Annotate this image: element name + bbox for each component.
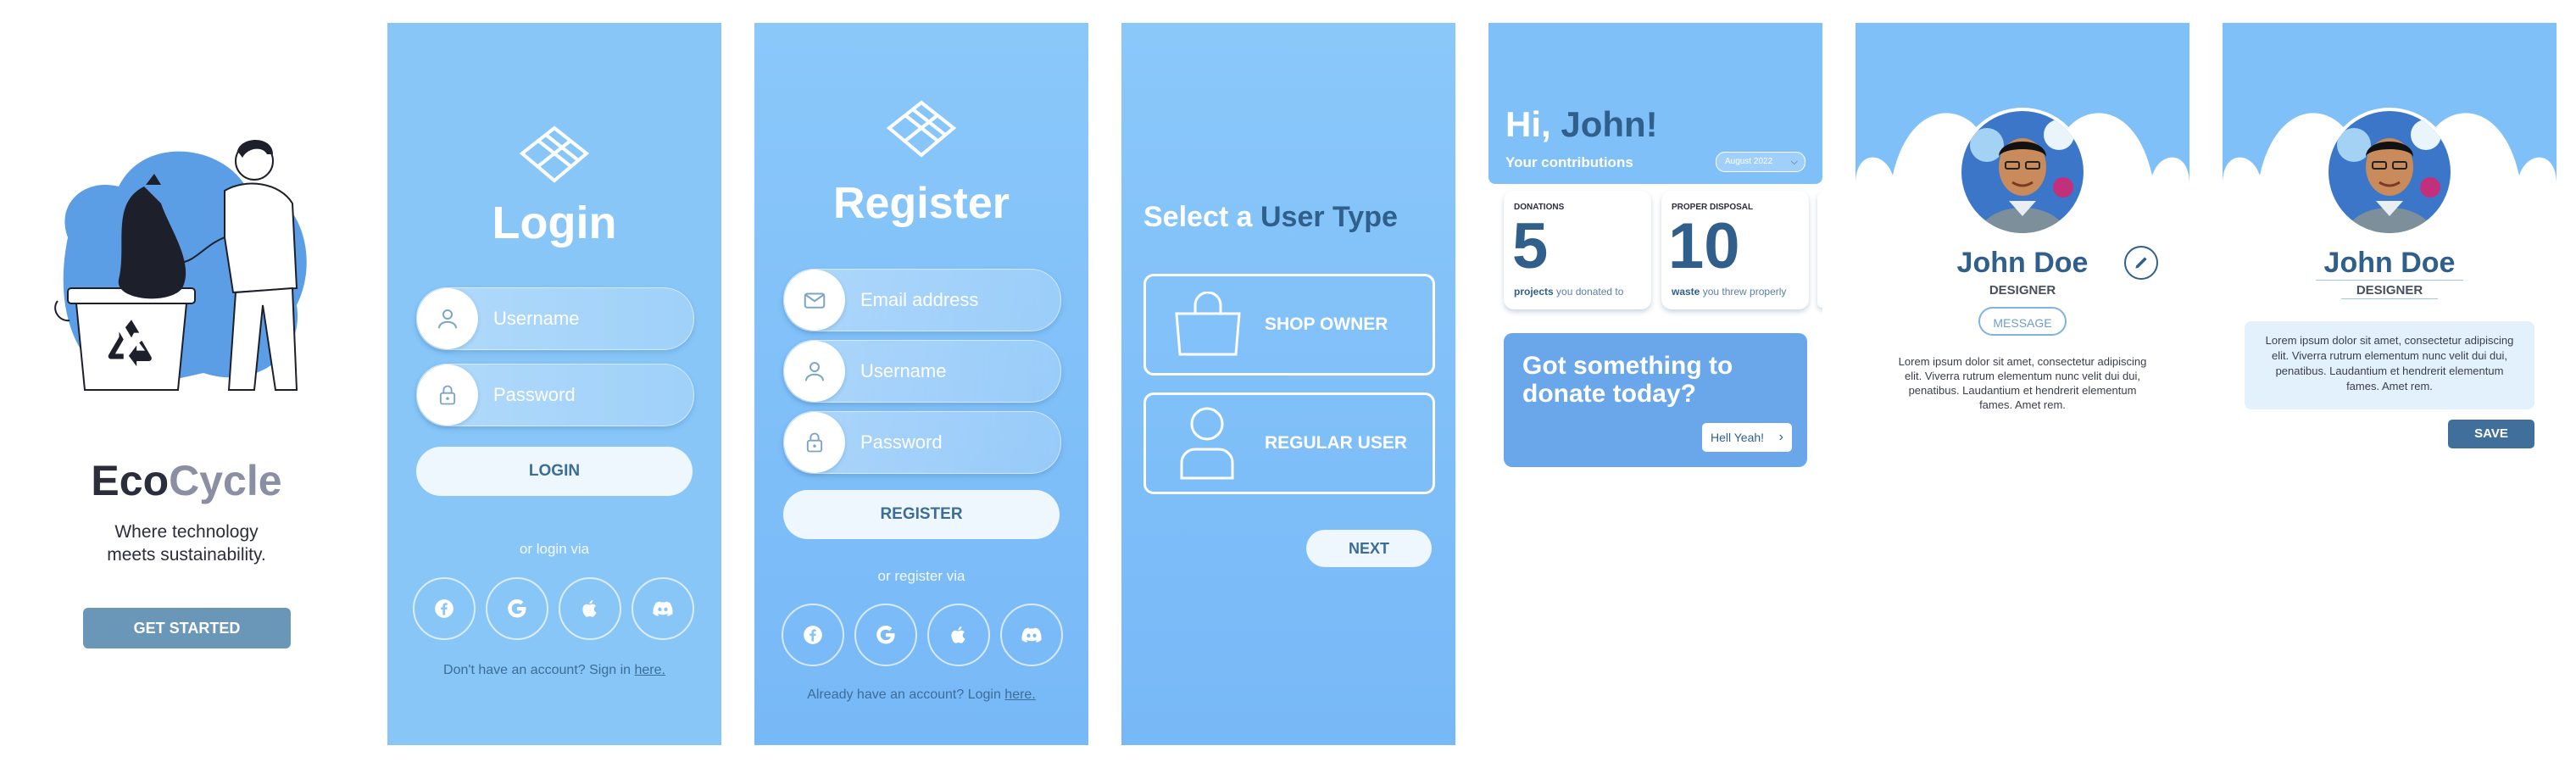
shopping-bag-icon [1175,292,1241,356]
password-placeholder: Password [860,431,943,453]
apple-icon[interactable] [927,604,990,666]
donations-value: 5 [1512,210,1549,282]
tagline-line2: meets sustainability. [107,545,266,565]
mail-icon [784,270,845,331]
pencil-icon [2135,257,2147,269]
shop-owner-label: SHOP OWNER [1265,314,1388,334]
apple-icon[interactable] [559,577,621,640]
login-footer-text: Don't have an account? Sign in [443,663,635,677]
user-icon [1180,407,1234,480]
register-button[interactable]: REGISTER [783,490,1060,539]
password-field[interactable]: Password [783,411,1061,474]
hell-yeah-button[interactable]: Hell Yeah! › [1702,423,1792,452]
user-type-title-part2: User Type [1260,201,1398,233]
donate-banner[interactable]: Got something to donate today? Hell Yeah… [1504,333,1807,467]
register-footer: Already have an account? Login here. [754,687,1088,703]
disposal-caption-bold: waste [1672,286,1700,298]
signup-link[interactable]: here. [634,663,665,677]
profile-avatar [1958,108,2087,237]
contributions-subtitle: Your contributions [1505,154,1633,170]
register-screen: Register Email address Username Password… [754,23,1088,745]
google-icon[interactable] [486,577,548,640]
edit-profile-screen: John Doe DESIGNER Lorem ipsum dolor sit … [2223,23,2557,745]
next-button[interactable]: NEXT [1306,530,1432,567]
dashboard-greeting: Hi, John! [1505,104,1658,145]
bio-textarea[interactable]: Lorem ipsum dolor sit amet, consectetur … [2245,321,2534,409]
greeting-hi: Hi, [1505,104,1561,144]
username-placeholder: Username [860,360,947,381]
login-screen: Login Username Password LOGIN or login v… [387,23,721,745]
recycle-icon [108,320,152,367]
name-input[interactable]: John Doe [2316,247,2463,281]
donations-caption-text: you donated to [1553,286,1624,298]
discord-icon[interactable] [631,577,694,640]
lock-icon [784,412,845,473]
lock-icon [417,365,478,426]
register-divider-text: or register via [877,568,965,584]
email-field[interactable]: Email address [783,269,1061,331]
chevron-right-icon: › [1778,430,1783,444]
next-card-peek [1817,192,1822,308]
app-logo-icon [886,100,957,158]
username-field[interactable]: Username [783,340,1061,403]
edit-profile-button[interactable] [2124,246,2158,280]
name-input-value: John Doe [2323,247,2456,279]
regular-user-label: REGULAR USER [1265,433,1408,453]
password-field[interactable]: Password [416,364,694,426]
donations-caption-bold: projects [1514,286,1554,298]
user-icon [784,341,845,402]
message-button[interactable]: MESSAGE [1978,307,2067,336]
donations-card[interactable]: DONATIONS 5 projects you donated to [1504,191,1651,309]
register-footer-text: Already have an account? Login [807,687,1005,702]
role-input-value: DESIGNER [2356,283,2423,298]
email-placeholder: Email address [860,289,979,310]
google-icon[interactable] [854,604,917,666]
brand-cycle: Cycle [169,457,282,504]
month-select[interactable]: August 2022 ⌵ [1716,152,1805,172]
discord-icon[interactable] [1000,604,1063,666]
chevron-down-icon: ⌵ [1790,157,1798,167]
greeting-name: John! [1561,104,1658,144]
app-logo-icon [519,125,590,183]
login-link[interactable]: here. [1004,687,1035,702]
login-button[interactable]: LOGIN [416,447,693,496]
login-footer: Don't have an account? Sign in here. [387,663,721,678]
profile-avatar[interactable] [2325,108,2454,237]
month-value: August 2022 [1725,157,1773,166]
profile-bio: Lorem ipsum dolor sit amet, consectetur … [1898,355,2147,411]
person-recycling-illustration [54,139,307,391]
role-input[interactable]: DESIGNER [2341,283,2438,299]
username-field[interactable]: Username [416,287,694,350]
facebook-icon[interactable] [782,604,844,666]
banner-line1: Got something to [1522,352,1733,380]
register-title: Register [832,179,1010,228]
bio-textarea-value: Lorem ipsum dolor sit amet, consectetur … [2265,334,2514,392]
login-title: Login [492,198,617,248]
disposal-value: 10 [1668,210,1740,282]
hell-yeah-label: Hell Yeah! [1711,431,1765,444]
donations-caption: projects you donated to [1514,286,1623,298]
user-type-title: Select a User Type [1143,201,1398,234]
user-type-screen: Select a User Type SHOP OWNER REGULAR US… [1121,23,1455,745]
user-icon [417,288,478,349]
get-started-button[interactable]: GET STARTED [83,608,291,648]
login-divider-text: or login via [519,541,590,557]
profile-screen: John Doe DESIGNER MESSAGE Lorem ipsum do… [1855,23,2189,745]
dashboard-screen: Hi, John! Your contributions August 2022… [1488,23,1822,745]
regular-user-option[interactable]: REGULAR USER [1143,392,1435,494]
facebook-icon[interactable] [413,577,476,640]
brand-eco: Eco [91,457,170,504]
disposal-caption-text: you threw properly [1700,286,1787,298]
user-type-title-part1: Select a [1143,201,1260,233]
password-placeholder: Password [493,384,576,405]
splash-screen: EcoCycle Where technology meets sustaina… [0,0,373,768]
banner-line2: donate today? [1522,380,1697,408]
shop-owner-option[interactable]: SHOP OWNER [1143,274,1435,376]
username-placeholder: Username [493,308,580,329]
profile-role: DESIGNER [1989,283,2056,298]
tagline-line1: Where technology [114,522,259,542]
save-button[interactable]: SAVE [2448,420,2534,448]
disposal-caption: waste you threw properly [1672,286,1786,298]
disposal-card[interactable]: PROPER DISPOSAL 10 waste you threw prope… [1661,191,1809,309]
